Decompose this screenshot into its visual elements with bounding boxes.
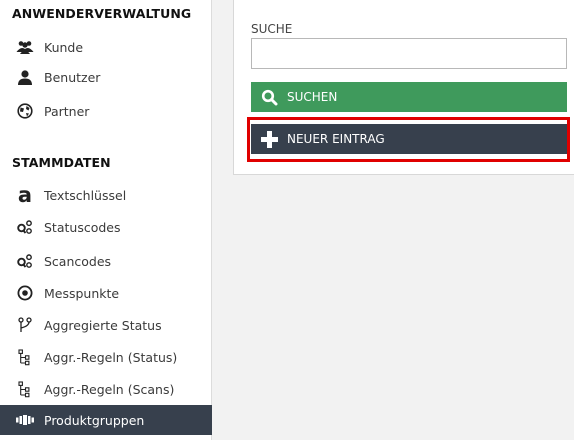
sidebar-item-label: Produktgruppen	[44, 412, 145, 428]
search-icon	[261, 89, 278, 106]
section-title-stammdaten: STAMMDATEN	[12, 155, 111, 170]
letter-a-icon: a	[17, 182, 33, 207]
sidebar-item-kunde[interactable]: Kunde	[0, 32, 212, 62]
sidebar-item-partner[interactable]: Partner	[0, 96, 212, 126]
sidebar-item-aggr-regeln-status[interactable]: Aggr.-Regeln (Status)	[0, 342, 212, 372]
target-icon	[16, 284, 34, 302]
sidebar-item-aggregierte-status[interactable]: Aggregierte Status	[0, 310, 212, 340]
status-codes-icon	[16, 218, 34, 236]
sidebar-item-label: Aggr.-Regeln (Status)	[44, 349, 178, 365]
sidebar-item-aggr-regeln-scans[interactable]: Aggr.-Regeln (Scans)	[0, 374, 212, 404]
sidebar-item-label: Aggregierte Status	[44, 317, 162, 333]
tree-icon	[16, 348, 34, 366]
branch-icon	[16, 316, 34, 334]
sidebar-item-label: Messpunkte	[44, 285, 120, 301]
sidebar-item-scancodes[interactable]: Scancodes	[0, 246, 212, 276]
sidebar-item-label: Benutzer	[44, 69, 101, 85]
sidebar-item-label: Aggr.-Regeln (Scans)	[44, 381, 175, 397]
sidebar-item-textschluessel[interactable]: a Textschlüssel	[0, 180, 212, 210]
sidebar-item-messpunkte[interactable]: Messpunkte	[0, 278, 212, 308]
scan-codes-icon	[16, 252, 34, 270]
plus-icon	[261, 130, 278, 148]
sidebar-item-label: Textschlüssel	[44, 187, 127, 203]
globe-icon	[16, 102, 34, 120]
sidebar-item-label: Scancodes	[44, 253, 112, 269]
user-icon	[16, 68, 34, 86]
section-title-anwenderverwaltung: ANWENDERVERWALTUNG	[12, 6, 192, 21]
sidebar-item-label: Partner	[44, 103, 90, 119]
sidebar-item-produktgruppen[interactable]: Produktgruppen	[0, 405, 212, 435]
users-icon	[16, 38, 34, 56]
search-button[interactable]: SUCHEN	[251, 82, 567, 112]
search-button-label: SUCHEN	[287, 90, 338, 104]
tree-icon	[16, 380, 34, 398]
product-group-icon	[16, 411, 34, 429]
search-input[interactable]	[251, 38, 567, 69]
search-panel: SUCHE SUCHEN NEUER EINTRAG	[233, 0, 574, 175]
new-entry-button[interactable]: NEUER EINTRAG	[251, 124, 567, 154]
sidebar-item-label: Statuscodes	[44, 219, 121, 235]
new-entry-button-label: NEUER EINTRAG	[287, 132, 385, 146]
search-label: SUCHE	[251, 22, 293, 36]
sidebar-item-statuscodes[interactable]: Statuscodes	[0, 212, 212, 242]
sidebar-item-benutzer[interactable]: Benutzer	[0, 62, 212, 92]
sidebar-item-label: Kunde	[44, 39, 84, 55]
sidebar: ANWENDERVERWALTUNG Kunde Benutzer Partne…	[0, 0, 212, 440]
